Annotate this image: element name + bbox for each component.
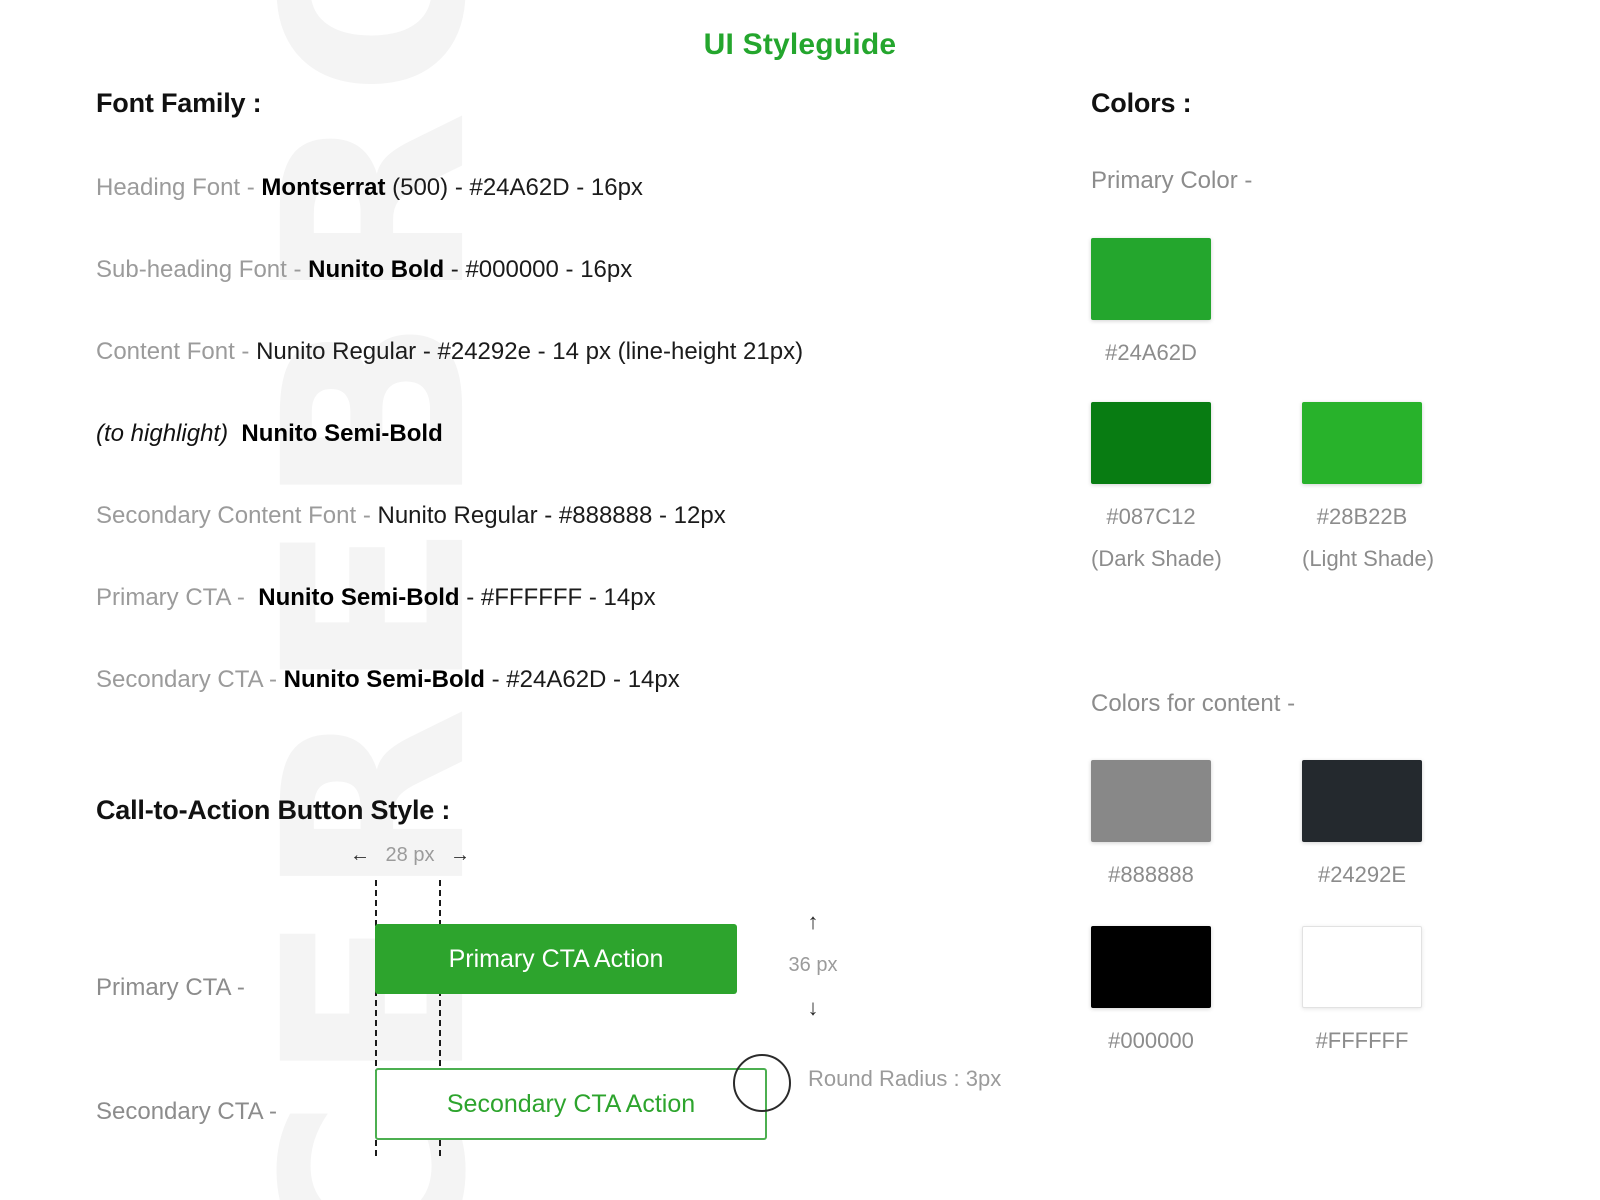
cta-section-heading: Call-to-Action Button Style : bbox=[96, 795, 451, 825]
font-family-column: Font Family : Heading Font - Montserrat … bbox=[96, 88, 1056, 695]
primary-cta-label: Primary CTA - bbox=[96, 974, 245, 1001]
width-dimension-marker: ← 28 px → bbox=[350, 844, 470, 867]
font-spec-bold: Nunito Semi-Bold bbox=[283, 666, 485, 693]
font-spec-row: Sub-heading Font - Nunito Bold - #000000… bbox=[96, 255, 1056, 285]
font-family-heading: Font Family : bbox=[96, 88, 262, 118]
color-swatch bbox=[1091, 402, 1211, 484]
primary-color-swatch-row: #24A62D bbox=[1091, 238, 1561, 366]
color-swatch bbox=[1302, 402, 1422, 484]
color-swatch-cell: #888888 bbox=[1091, 760, 1211, 888]
primary-cta-button[interactable]: Primary CTA Action bbox=[375, 924, 737, 994]
font-spec-rest: Nunito Regular - #24292e - 14 px (line-h… bbox=[256, 338, 804, 365]
font-spec-label: Secondary CTA - bbox=[96, 666, 284, 693]
color-swatch-cell: #24A62D bbox=[1091, 238, 1211, 366]
right-arrow-icon: → bbox=[450, 844, 470, 866]
radius-callout-circle-icon bbox=[733, 1054, 791, 1112]
height-dimension-marker: ↑ 36 px ↓ bbox=[758, 911, 868, 1019]
cta-diagram: ← 28 px → Primary CTA - Primary CTA Acti… bbox=[96, 826, 1056, 1156]
height-dimension-value: 36 px bbox=[788, 953, 838, 976]
color-swatch-cell: #24292E bbox=[1302, 760, 1422, 888]
radius-callout-label: Round Radius : 3px bbox=[808, 1066, 1002, 1091]
color-shade-sublabel: (Dark Shade) bbox=[1091, 546, 1222, 571]
font-spec-italic: (to highlight) bbox=[96, 420, 229, 447]
down-arrow-icon: ↓ bbox=[807, 995, 819, 1020]
content-swatch-row-1: #888888 #24292E bbox=[1091, 760, 1561, 888]
color-swatch bbox=[1091, 238, 1211, 320]
font-spec-label: Sub-heading Font - bbox=[96, 256, 309, 283]
font-spec-bold: Nunito Semi-Bold bbox=[241, 420, 443, 447]
color-hex-label: #087C12 bbox=[1106, 504, 1196, 529]
left-arrow-icon: ← bbox=[350, 844, 370, 866]
font-spec-rest: - #FFFFFF - 14px bbox=[459, 584, 656, 611]
font-spec-label: Secondary Content Font - bbox=[96, 502, 378, 529]
primary-color-label: Primary Color - bbox=[1091, 167, 1253, 194]
font-spec-row-highlight: (to highlight) Nunito Semi-Bold bbox=[96, 419, 1056, 449]
secondary-cta-button[interactable]: Secondary CTA Action bbox=[375, 1068, 767, 1140]
font-spec-list: Heading Font - Montserrat (500) - #24A62… bbox=[96, 173, 1056, 695]
font-spec-rest: (500) - #24A62D - 16px bbox=[385, 174, 643, 201]
font-spec-row: Heading Font - Montserrat (500) - #24A62… bbox=[96, 173, 1056, 203]
color-swatch bbox=[1091, 760, 1211, 842]
up-arrow-icon: ↑ bbox=[807, 909, 819, 934]
cta-button-style-section: Call-to-Action Button Style : ← 28 px → … bbox=[96, 795, 1056, 1156]
font-spec-rest: Nunito Regular - #888888 - 12px bbox=[377, 502, 726, 529]
font-spec-label: Content Font - bbox=[96, 338, 257, 365]
color-swatch-cell: #FFFFFF bbox=[1302, 926, 1422, 1054]
color-shade-sublabel: (Light Shade) bbox=[1302, 546, 1435, 571]
shade-swatch-row: #087C12 (Dark Shade) #28B22B (Light Shad… bbox=[1091, 402, 1561, 572]
color-swatch-cell: #000000 bbox=[1091, 926, 1211, 1054]
font-spec-bold: Montserrat bbox=[261, 174, 386, 201]
font-spec-bold: Nunito Bold bbox=[308, 256, 445, 283]
page-title: UI Styleguide bbox=[703, 28, 897, 61]
secondary-cta-label: Secondary CTA - bbox=[96, 1098, 277, 1125]
color-hex-label: #888888 bbox=[1108, 862, 1194, 887]
color-hex-label: #FFFFFF bbox=[1315, 1028, 1409, 1053]
font-spec-bold: Nunito Semi-Bold bbox=[258, 584, 460, 611]
color-hex-label: #28B22B bbox=[1316, 504, 1408, 529]
content-swatch-row-2: #000000 #FFFFFF bbox=[1091, 926, 1561, 1054]
color-swatch bbox=[1091, 926, 1211, 1008]
color-hex-label: #000000 bbox=[1108, 1028, 1194, 1053]
colors-column: Colors : Primary Color - #24A62D #087C12… bbox=[1091, 88, 1561, 1054]
font-spec-row: Secondary CTA - Nunito Semi-Bold - #24A6… bbox=[96, 665, 1056, 695]
font-spec-row: Secondary Content Font - Nunito Regular … bbox=[96, 501, 1056, 531]
colors-for-content-label: Colors for content - bbox=[1091, 690, 1296, 717]
styleguide-page: CEREBRO UI Styleguide Font Family : Head… bbox=[0, 0, 1600, 1200]
font-spec-rest: - #000000 - 16px bbox=[444, 256, 633, 283]
color-swatch-cell: #087C12 (Dark Shade) bbox=[1091, 402, 1222, 572]
color-swatch-cell: #28B22B (Light Shade) bbox=[1302, 402, 1435, 572]
font-spec-row: Content Font - Nunito Regular - #24292e … bbox=[96, 337, 1056, 367]
width-dimension-value: 28 px bbox=[385, 844, 435, 866]
color-hex-label: #24A62D bbox=[1105, 340, 1197, 365]
color-hex-label: #24292E bbox=[1317, 862, 1407, 887]
font-spec-rest: - #24A62D - 14px bbox=[484, 666, 680, 693]
font-spec-row: Primary CTA - Nunito Semi-Bold - #FFFFFF… bbox=[96, 583, 1056, 613]
font-spec-label: Heading Font - bbox=[96, 174, 262, 201]
colors-heading: Colors : bbox=[1091, 88, 1192, 118]
color-swatch bbox=[1302, 926, 1422, 1008]
font-spec-label: Primary CTA - bbox=[96, 584, 252, 611]
color-swatch bbox=[1302, 760, 1422, 842]
